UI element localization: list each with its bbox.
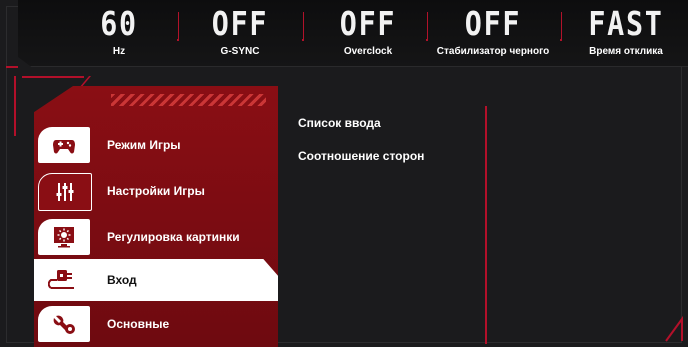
- separator-dot: [560, 39, 562, 41]
- status-bar: 60 Hz OFF G-SYNC OFF Overclock OFF Стаби…: [18, 0, 688, 67]
- status-overclock: OFF Overclock: [315, 0, 421, 66]
- submenu-item-aspect-ratio[interactable]: Соотношение сторон: [298, 149, 424, 163]
- menu-item-picture-adjust[interactable]: Регулировка картинки: [34, 216, 278, 258]
- menu-item-label: Настройки Игры: [107, 184, 205, 198]
- accent-line: [22, 76, 84, 78]
- status-caption: Hz: [112, 46, 126, 57]
- status-refresh-rate: 60 Hz: [71, 0, 167, 66]
- status-value: OFF: [339, 4, 397, 43]
- menu-item-label: Основные: [107, 317, 170, 331]
- separator: [303, 12, 304, 40]
- wrench-gear-icon: [53, 315, 75, 334]
- menu-item-game-settings[interactable]: Настройки Игры: [34, 170, 278, 212]
- separator-dot: [177, 39, 179, 41]
- menu-item-input[interactable]: Вход: [34, 259, 278, 301]
- icon-box: [38, 306, 90, 342]
- status-value: FAST: [588, 4, 664, 43]
- separator: [178, 12, 179, 40]
- status-caption: Overclock: [343, 46, 393, 57]
- icon-box: [38, 219, 90, 255]
- status-value: OFF: [211, 4, 269, 43]
- monitor-brightness-icon: [54, 227, 74, 248]
- status-black-stabilizer: OFF Стабилизатор черного: [428, 0, 558, 66]
- separator: [561, 12, 562, 40]
- icon-box: [38, 127, 90, 163]
- status-value: OFF: [464, 4, 522, 43]
- menu-item-label: Регулировка картинки: [107, 230, 240, 244]
- status-value: 60: [100, 4, 138, 43]
- menu-item-game-mode[interactable]: Режим Игры: [34, 124, 278, 166]
- accent-line: [6, 66, 18, 68]
- separator-dot: [302, 39, 304, 41]
- status-caption: G-SYNC: [220, 46, 260, 57]
- accent-line: [14, 76, 16, 136]
- corner-accent: [665, 315, 683, 342]
- menu-item-general[interactable]: Основные: [34, 303, 278, 345]
- status-response-time: FAST Время отклика: [568, 0, 684, 66]
- submenu-item-input-list[interactable]: Список ввода: [298, 116, 381, 130]
- menu-item-label: Вход: [107, 273, 137, 287]
- sliders-icon: [56, 183, 74, 201]
- status-caption: Стабилизатор черного: [436, 46, 550, 57]
- status-gsync: OFF G-SYNC: [192, 0, 288, 66]
- icon-box: [38, 173, 92, 211]
- input-plug-icon: [48, 270, 74, 289]
- gamepad-icon: [53, 140, 75, 154]
- status-caption: Время отклика: [589, 46, 663, 57]
- decorative-stripes: [111, 94, 266, 106]
- panel-divider: [485, 106, 487, 344]
- menu-item-label: Режим Игры: [107, 138, 181, 152]
- icon-box: [38, 262, 90, 298]
